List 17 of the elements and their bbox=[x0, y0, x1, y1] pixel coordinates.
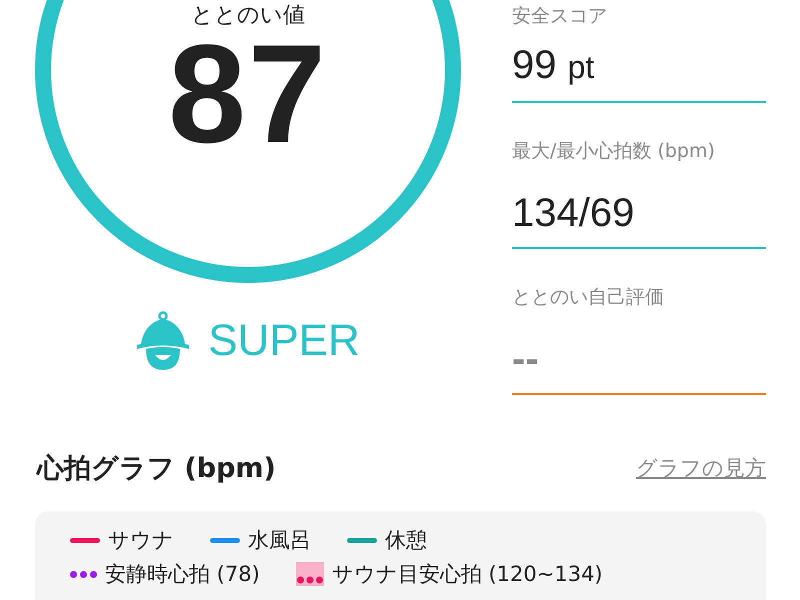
legend-label: 休憩 bbox=[385, 527, 427, 554]
dots-icon bbox=[70, 570, 97, 578]
stat-label: 最大/最小心拍数 (bpm) bbox=[512, 139, 716, 164]
rank-label: SUPER bbox=[208, 316, 360, 366]
stat-value: 99 pt bbox=[512, 41, 766, 103]
legend-label: 水風呂 bbox=[248, 527, 311, 554]
stat-value: 134/69 bbox=[512, 189, 766, 249]
stat-value: -- bbox=[512, 335, 766, 395]
help-link[interactable]: グラフの見方 bbox=[636, 454, 766, 482]
legend-label: サウナ目安心拍 (120~134) bbox=[332, 561, 603, 588]
legend-label: 安静時心拍 (78) bbox=[105, 561, 260, 588]
band-icon bbox=[296, 562, 324, 586]
stat-label: ととのい自己評価 bbox=[512, 285, 665, 310]
legend-label: サウナ bbox=[108, 527, 174, 554]
section-title: 心拍グラフ (bpm) bbox=[37, 452, 276, 486]
hat-face-icon bbox=[136, 311, 190, 371]
stat-label: 安全スコア bbox=[512, 4, 608, 29]
